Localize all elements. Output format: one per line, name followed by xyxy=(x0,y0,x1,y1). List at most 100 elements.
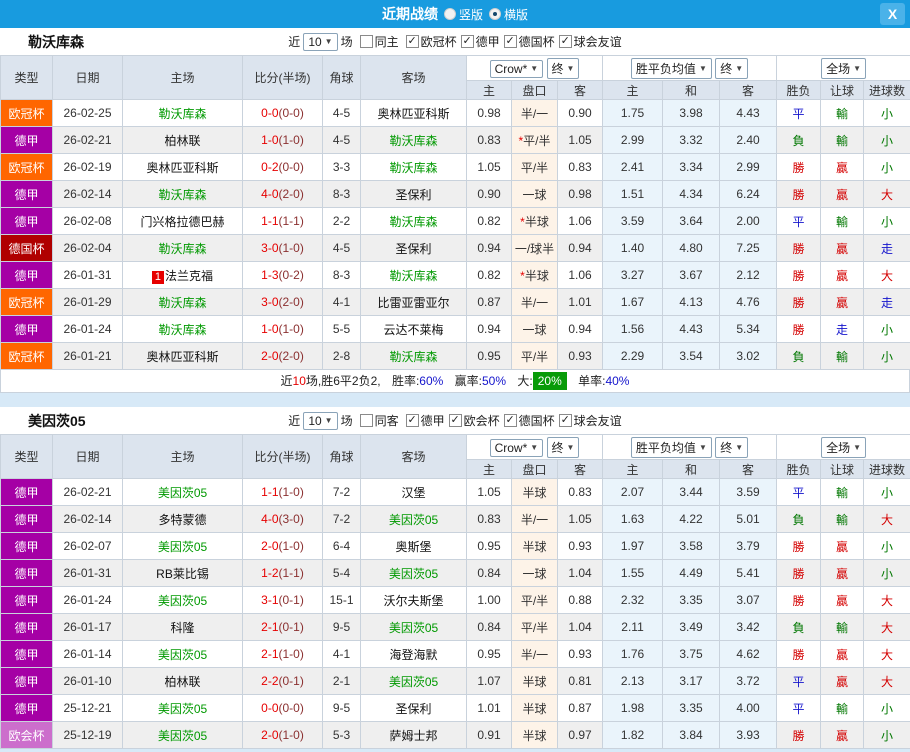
home-odds: 0.95 xyxy=(467,533,512,560)
home-rank-badge: 1 xyxy=(152,271,164,284)
away-team: 海登海默 xyxy=(361,641,467,668)
league-badge: 德甲 xyxy=(1,181,53,208)
checkbox-icon[interactable] xyxy=(360,35,373,48)
home-team: 科隆 xyxy=(123,614,243,641)
match-row: 德甲26-02-14勒沃库森4-0(2-0)8-3圣保利0.90一球0.981.… xyxy=(1,181,910,208)
away-odds: 0.87 xyxy=(558,695,603,722)
halftime-score: (0-0) xyxy=(279,160,304,174)
matches-label: 场 xyxy=(341,412,353,429)
checkbox-icon[interactable]: ✓ xyxy=(559,35,572,48)
radio-horizontal-label[interactable]: 横版 xyxy=(504,6,528,23)
halftime-score: (0-0) xyxy=(279,106,304,120)
chevron-down-icon: ▼ xyxy=(325,416,333,425)
checkbox-icon[interactable]: ✓ xyxy=(504,35,517,48)
avg-draw-odds: 3.67 xyxy=(663,262,720,289)
checkbox-icon[interactable]: ✓ xyxy=(449,414,462,427)
match-date: 26-02-14 xyxy=(53,181,123,208)
league-filter-checkbox[interactable]: ✓球会友谊 xyxy=(559,412,622,429)
odds-company-select[interactable]: Crow*▼ xyxy=(490,60,544,78)
avg-loss-odds: 2.40 xyxy=(720,127,777,154)
home-team: 美因茨05 xyxy=(123,722,243,749)
close-button[interactable]: X xyxy=(880,3,905,25)
match-count-select[interactable]: 10▼ xyxy=(303,412,337,430)
avg-win-odds: 1.76 xyxy=(603,641,663,668)
same-venue-filter[interactable]: 同客 xyxy=(360,412,399,429)
checkbox-icon[interactable]: ✓ xyxy=(406,414,419,427)
result-wdl: 負 xyxy=(777,614,821,641)
team-name: 美因茨05 xyxy=(28,411,86,431)
away-team: 美因茨05 xyxy=(361,668,467,695)
avg-loss-odds: 4.43 xyxy=(720,100,777,127)
match-count-select[interactable]: 10▼ xyxy=(303,33,337,51)
avg-type-select[interactable]: 胜平负均值▼ xyxy=(631,437,712,458)
checkbox-icon[interactable] xyxy=(360,414,373,427)
avg-type-select[interactable]: 胜平负均值▼ xyxy=(631,58,712,79)
odds-company-select[interactable]: Crow*▼ xyxy=(490,439,544,457)
score-cell: 0-0(0-0) xyxy=(243,100,323,127)
league-filter-checkbox[interactable]: ✓球会友谊 xyxy=(559,33,622,50)
home-team-name: 美因茨05 xyxy=(158,648,207,662)
handicap-value: 平/半 xyxy=(523,134,550,148)
col-type: 类型 xyxy=(1,435,53,479)
result-goals: 大 xyxy=(864,641,910,668)
avg-win-odds: 1.55 xyxy=(603,560,663,587)
league-filter-checkbox[interactable]: ✓欧冠杯 xyxy=(406,33,457,50)
scope-select[interactable]: 全场▼ xyxy=(821,58,866,79)
odds-state-select[interactable]: 终▼ xyxy=(547,58,580,79)
away-team-name: 圣保利 xyxy=(395,242,431,256)
avg-loss-odds: 3.79 xyxy=(720,533,777,560)
score-cell: 2-0(1-0) xyxy=(243,722,323,749)
home-odds: 0.82 xyxy=(467,262,512,289)
checkbox-icon[interactable]: ✓ xyxy=(406,35,419,48)
away-odds: 0.83 xyxy=(558,479,603,506)
away-odds: 1.05 xyxy=(558,506,603,533)
league-filter-checkbox[interactable]: ✓德国杯 xyxy=(504,412,555,429)
radio-vertical-label[interactable]: 竖版 xyxy=(459,6,483,23)
away-team: 勒沃库森 xyxy=(361,208,467,235)
league-filter-checkbox[interactable]: ✓欧会杯 xyxy=(449,412,500,429)
avg-draw-odds: 4.22 xyxy=(663,506,720,533)
result-handicap: 贏 xyxy=(821,668,864,695)
col-result-handicap: 让球 xyxy=(821,81,864,100)
odds-state-select[interactable]: 终▼ xyxy=(547,437,580,458)
away-odds: 1.05 xyxy=(558,127,603,154)
col-result-wdl: 胜负 xyxy=(777,81,821,100)
result-goals: 小 xyxy=(864,100,910,127)
halftime-score: (1-0) xyxy=(279,133,304,147)
handicap-value: 半球 xyxy=(522,486,546,500)
avg-win-odds: 3.59 xyxy=(603,208,663,235)
radio-vertical-icon[interactable] xyxy=(444,8,456,20)
handicap: 半球 xyxy=(512,668,558,695)
checkbox-icon[interactable]: ✓ xyxy=(461,35,474,48)
result-wdl: 勝 xyxy=(777,641,821,668)
league-badge: 欧冠杯 xyxy=(1,100,53,127)
league-filter-checkbox[interactable]: ✓德国杯 xyxy=(504,33,555,50)
avg-state-select[interactable]: 终▼ xyxy=(715,58,748,79)
radio-horizontal-icon[interactable] xyxy=(489,8,501,20)
layout-vertical-option[interactable]: 竖版 xyxy=(444,6,483,23)
avg-win-odds: 1.51 xyxy=(603,181,663,208)
halftime-score: (1-0) xyxy=(279,322,304,336)
same-venue-filter[interactable]: 同主 xyxy=(360,33,399,50)
scope-select[interactable]: 全场▼ xyxy=(821,437,866,458)
corners: 3-3 xyxy=(323,154,361,181)
away-odds: 1.06 xyxy=(558,208,603,235)
avg-state-select[interactable]: 终▼ xyxy=(715,437,748,458)
checkbox-icon[interactable]: ✓ xyxy=(559,414,572,427)
league-filter-checkbox[interactable]: ✓德甲 xyxy=(461,33,500,50)
handicap: 一/球半 xyxy=(512,235,558,262)
checkbox-icon[interactable]: ✓ xyxy=(504,414,517,427)
halftime-score: (0-2) xyxy=(279,268,304,282)
result-goals: 小 xyxy=(864,208,910,235)
home-odds: 0.84 xyxy=(467,560,512,587)
league-filter-checkbox[interactable]: ✓德甲 xyxy=(406,412,445,429)
home-team-name: 美因茨05 xyxy=(158,594,207,608)
home-odds: 0.95 xyxy=(467,641,512,668)
handicap-value: 平/半 xyxy=(521,594,548,608)
col-home: 主场 xyxy=(123,435,243,479)
col-away: 客场 xyxy=(361,56,467,100)
col-avg-draw: 和 xyxy=(663,460,720,479)
layout-horizontal-option[interactable]: 横版 xyxy=(489,6,528,23)
score-cell: 3-0(2-0) xyxy=(243,289,323,316)
league-badge: 德甲 xyxy=(1,641,53,668)
